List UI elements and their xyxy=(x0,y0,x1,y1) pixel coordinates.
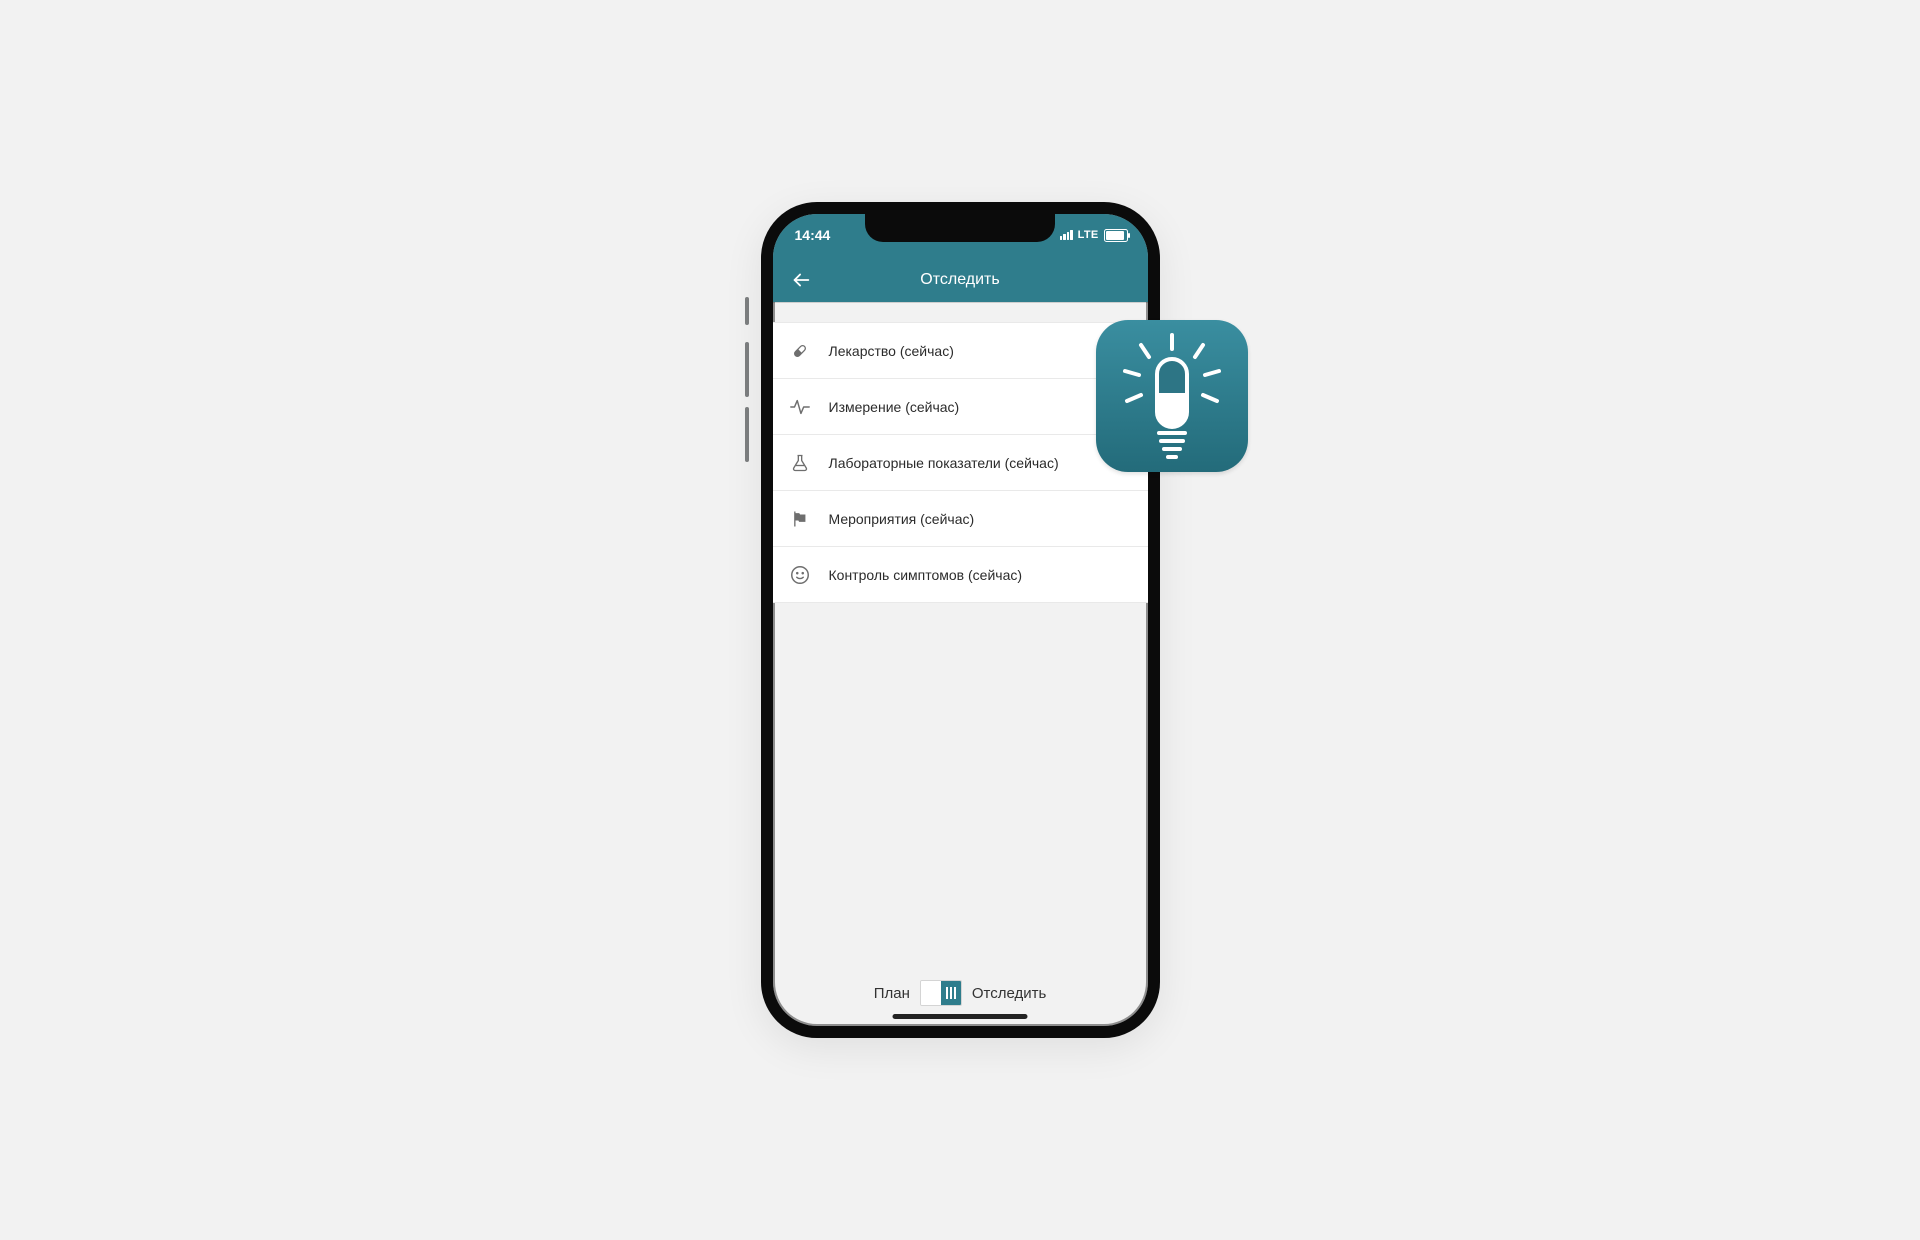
view-toggle[interactable] xyxy=(920,980,962,1006)
page-title: Отследить xyxy=(920,271,999,289)
signal-icon xyxy=(1060,230,1073,240)
row-label: Лекарство (сейчас) xyxy=(829,343,954,359)
pulse-icon xyxy=(789,396,811,418)
bottom-toggle: План Отследить xyxy=(773,980,1148,1006)
toggle-track-side[interactable] xyxy=(941,981,961,1005)
app-icon-overlay xyxy=(1096,320,1248,472)
track-list: Лекарство (сейчас) Измерение (сейчас) Ла… xyxy=(773,322,1148,603)
row-label: Мероприятия (сейчас) xyxy=(829,511,975,527)
row-label: Лабораторные показатели (сейчас) xyxy=(829,455,1059,471)
row-label: Измерение (сейчас) xyxy=(829,399,960,415)
bars-icon xyxy=(946,987,956,999)
status-carrier: LTE xyxy=(1078,229,1099,241)
pill-icon xyxy=(789,340,811,362)
toggle-label-plan[interactable]: План xyxy=(874,985,910,1002)
content-area: Лекарство (сейчас) Измерение (сейчас) Ла… xyxy=(773,302,1148,1026)
toggle-label-track[interactable]: Отследить xyxy=(972,985,1046,1002)
app-pill-icon xyxy=(1117,331,1227,461)
row-label: Контроль симптомов (сейчас) xyxy=(829,567,1023,583)
status-time: 14:44 xyxy=(795,227,875,243)
flask-icon xyxy=(789,453,811,473)
toggle-plan-side[interactable] xyxy=(921,981,941,1005)
home-indicator[interactable] xyxy=(893,1014,1028,1019)
arrow-left-icon xyxy=(790,269,812,291)
smile-icon xyxy=(789,564,811,586)
row-symptoms[interactable]: Контроль симптомов (сейчас) xyxy=(773,547,1148,602)
back-button[interactable] xyxy=(781,258,821,302)
row-events[interactable]: Мероприятия (сейчас) xyxy=(773,491,1148,547)
row-lab[interactable]: Лабораторные показатели (сейчас) xyxy=(773,435,1148,491)
row-medicine[interactable]: Лекарство (сейчас) xyxy=(773,323,1148,379)
nav-bar: Отследить xyxy=(773,258,1148,302)
row-measurement[interactable]: Измерение (сейчас) xyxy=(773,379,1148,435)
phone-notch xyxy=(865,214,1055,242)
phone-frame: 14:44 LTE Отследить xyxy=(761,202,1160,1038)
flag-icon xyxy=(789,509,811,529)
battery-icon xyxy=(1104,229,1128,242)
